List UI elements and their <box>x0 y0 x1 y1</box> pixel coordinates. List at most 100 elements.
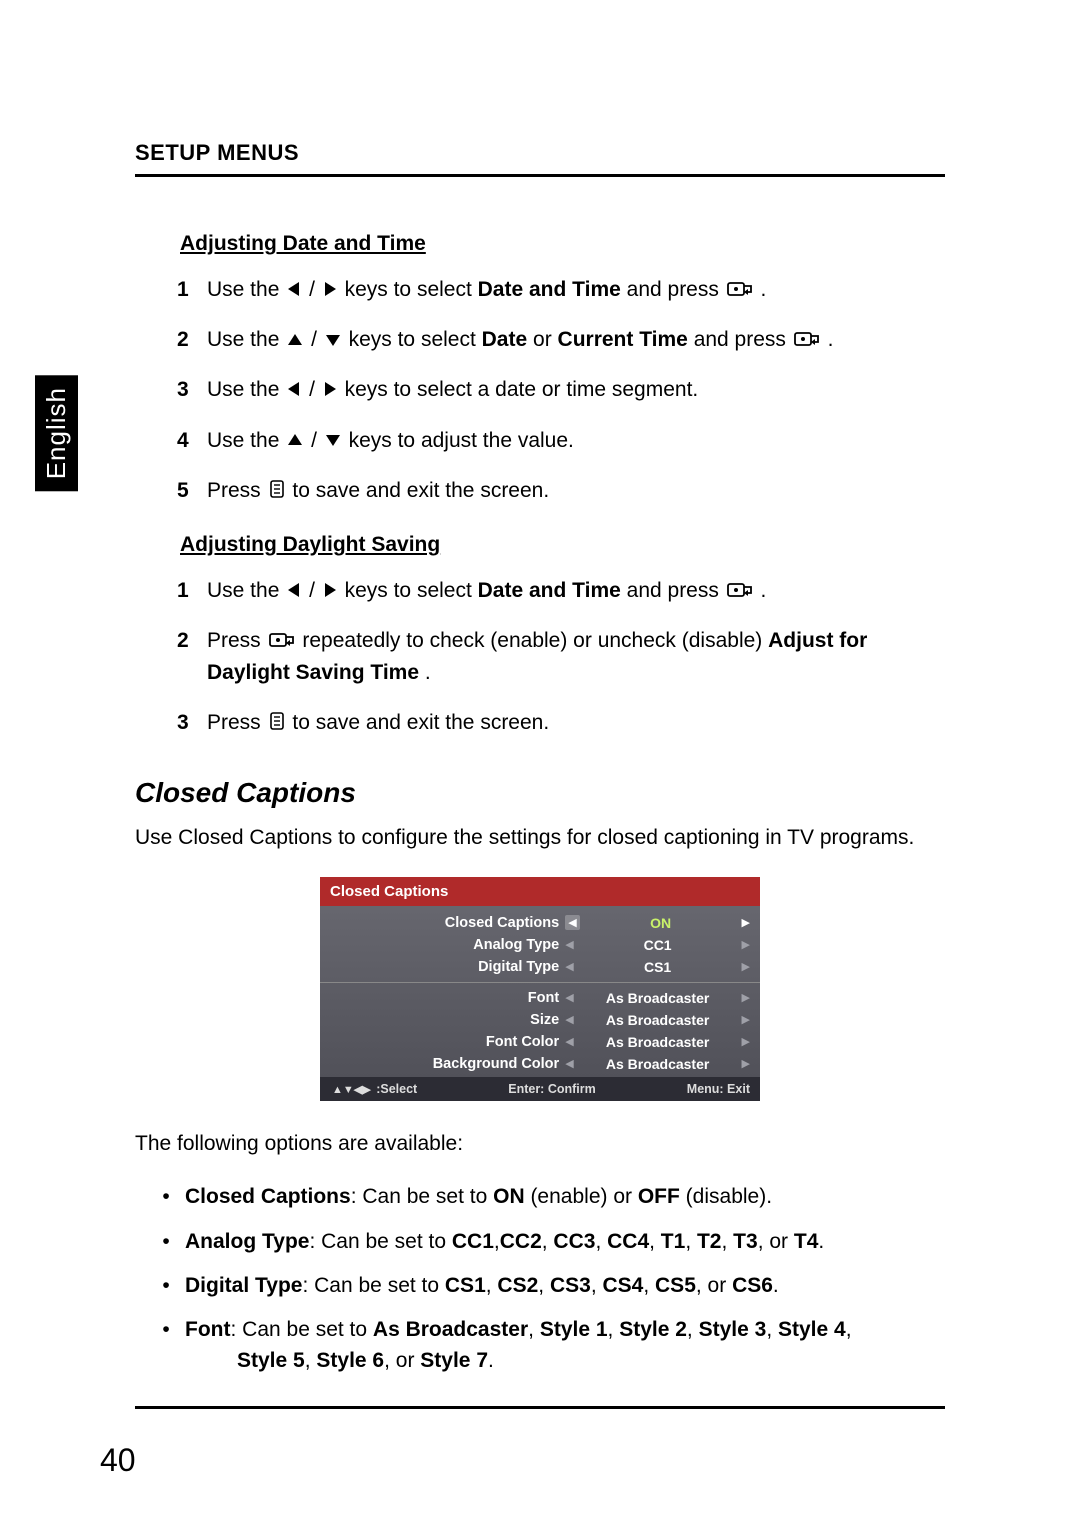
text: , <box>538 1274 550 1297</box>
bold-text: Analog Type <box>185 1230 309 1253</box>
enter-icon <box>727 275 753 307</box>
text: Press <box>207 629 267 652</box>
step-text: Use the / keys to select Date and Time a… <box>207 274 945 306</box>
right-arrow-icon: ▶ <box>742 1013 750 1026</box>
text: , <box>649 1230 661 1253</box>
osd-footer: ▲▼◀▶ :Select Enter: Confirm Menu: Exit <box>320 1077 760 1101</box>
step-5: 5 Press to save and exit the screen. <box>177 475 945 507</box>
left-arrow-icon: ◀ <box>565 915 579 930</box>
osd-value: As Broadcaster <box>580 1034 736 1050</box>
closed-captions-intro: Use Closed Captions to configure the set… <box>135 823 945 852</box>
osd-row-closed-captions: Closed Captions ◀ ON ▶ <box>330 912 750 934</box>
osd-divider <box>320 982 760 983</box>
text: / <box>309 579 321 602</box>
text: . <box>818 1230 824 1253</box>
left-arrow-icon <box>287 275 301 307</box>
bullet-font: • Font: Can be set to As Broadcaster, St… <box>147 1315 945 1376</box>
text: , or <box>696 1274 732 1297</box>
bullet-text: Font: Can be set to As Broadcaster, Styl… <box>185 1315 945 1376</box>
step-number: 4 <box>177 425 207 457</box>
text: Use the <box>207 429 285 452</box>
bullet-text: Digital Type: Can be set to CS1, CS2, CS… <box>185 1271 945 1301</box>
text: Use the <box>207 328 285 351</box>
text: : Can be set to <box>309 1230 451 1253</box>
bold-text: CC1 <box>452 1230 494 1253</box>
text: . <box>828 328 834 351</box>
bold-text: T4 <box>794 1230 819 1253</box>
bold-text: CC2 <box>500 1230 542 1253</box>
bold-text: Digital Type <box>185 1274 302 1297</box>
bold-text: CS4 <box>602 1274 643 1297</box>
bullet-icon: • <box>147 1271 185 1301</box>
bullet-icon: • <box>147 1315 185 1376</box>
bullet-closed-captions: • Closed Captions: Can be set to ON (ena… <box>147 1182 945 1212</box>
text: repeatedly to check (enable) or uncheck … <box>302 629 768 652</box>
step-number: 3 <box>177 374 207 406</box>
text: and press <box>694 328 792 351</box>
menu-icon <box>269 476 285 508</box>
text: , <box>846 1318 852 1341</box>
osd-value: As Broadcaster <box>580 1012 736 1028</box>
osd-value: As Broadcaster <box>580 1056 736 1072</box>
osd-selector: ◀ As Broadcaster ▶ <box>565 990 750 1006</box>
bold-text: Style 5 <box>237 1349 305 1372</box>
bold-text: CC4 <box>607 1230 649 1253</box>
bullet-digital-type: • Digital Type: Can be set to CS1, CS2, … <box>147 1271 945 1301</box>
text: , or <box>384 1349 420 1372</box>
bold-text: Style 2 <box>619 1318 687 1341</box>
bold-text: CS1 <box>445 1274 486 1297</box>
text: and press <box>627 278 725 301</box>
page-number: 40 <box>100 1442 136 1479</box>
bold-text: Style 7 <box>420 1349 488 1372</box>
right-arrow-icon: ▶ <box>742 938 750 951</box>
osd-value: ON <box>586 915 736 931</box>
bold-text: Date and Time <box>478 278 621 301</box>
osd-title: Closed Captions <box>320 877 760 906</box>
text: , <box>591 1274 603 1297</box>
left-arrow-icon <box>287 576 301 608</box>
step-text: Press repeatedly to check (enable) or un… <box>207 625 945 689</box>
text: Use the <box>207 579 285 602</box>
down-arrow-icon <box>325 425 341 457</box>
right-arrow-icon: ▶ <box>742 916 750 929</box>
text: :Select <box>376 1082 417 1096</box>
bold-text: T3 <box>733 1230 758 1253</box>
text: Use the <box>207 378 285 401</box>
text: keys to select a date or time segment. <box>345 378 699 401</box>
options-list: • Closed Captions: Can be set to ON (ena… <box>147 1182 945 1376</box>
step-number: 5 <box>177 475 207 507</box>
hanging-line: Style 5, Style 6, or Style 7. <box>185 1346 945 1376</box>
text: , <box>685 1230 697 1253</box>
bold-text: CS2 <box>497 1274 538 1297</box>
menu-icon <box>269 708 285 740</box>
osd-row-font: Font ◀ As Broadcaster ▶ <box>330 987 750 1009</box>
osd-label: Font <box>330 990 565 1006</box>
text: , or <box>758 1230 794 1253</box>
right-arrow-icon <box>323 275 337 307</box>
step-2: 2 Press repeatedly to check (enable) or … <box>177 625 945 689</box>
osd-label: Font Color <box>330 1034 565 1050</box>
bullet-text: Analog Type: Can be set to CC1,CC2, CC3,… <box>185 1227 945 1257</box>
text: . <box>761 579 767 602</box>
text: (disable). <box>680 1185 772 1208</box>
text: / <box>311 328 323 351</box>
step-text: Use the / keys to select Date or Current… <box>207 324 945 356</box>
page-content: SETUP MENUS Adjusting Date and Time 1 Us… <box>0 0 1080 1409</box>
text: to save and exit the screen. <box>292 479 549 502</box>
osd-value: As Broadcaster <box>580 990 736 1006</box>
text: Use the <box>207 278 285 301</box>
bold-text: Current Time <box>558 328 688 351</box>
bold-text: T1 <box>661 1230 686 1253</box>
bold-text: Closed Captions <box>185 1185 351 1208</box>
osd-menu: Closed Captions Closed Captions ◀ ON ▶ A… <box>320 877 760 1101</box>
text: . <box>761 278 767 301</box>
step-2: 2 Use the / keys to select Date or Curre… <box>177 324 945 356</box>
subsection-daylight: Adjusting Daylight Saving <box>180 533 945 557</box>
step-3: 3 Use the / keys to select a date or tim… <box>177 374 945 406</box>
bold-text: As Broadcaster <box>373 1318 528 1341</box>
bullet-icon: • <box>147 1182 185 1212</box>
right-arrow-icon: ▶ <box>742 1057 750 1070</box>
text: keys to select <box>345 579 478 602</box>
enter-icon <box>794 325 820 357</box>
step-number: 3 <box>177 707 207 739</box>
